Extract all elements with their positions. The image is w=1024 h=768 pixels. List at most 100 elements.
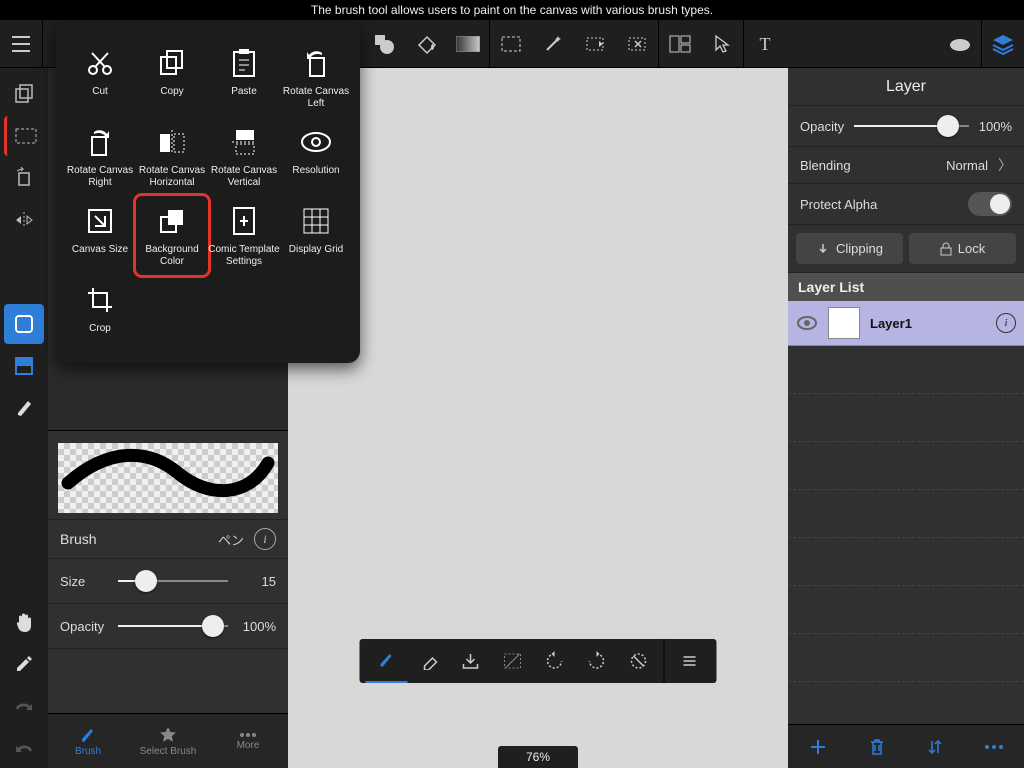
zoom-indicator[interactable]: 76% — [498, 746, 578, 768]
quick-save-button[interactable] — [450, 639, 492, 683]
brush-preview[interactable] — [58, 443, 278, 513]
layer-info-button[interactable]: i — [996, 313, 1016, 333]
rotate-icon — [13, 167, 35, 189]
menu-canvas-size[interactable]: Canvas Size — [64, 196, 136, 275]
gradient-tool-button[interactable] — [447, 20, 489, 68]
menu-rotate-right-label: Rotate Canvas Right — [64, 165, 136, 188]
layers-icon — [991, 33, 1015, 55]
layer-buttons-row: Clipping Lock — [788, 225, 1024, 273]
brush-small-icon — [378, 651, 396, 669]
flip-button[interactable] — [4, 200, 44, 240]
bucket-icon — [415, 33, 437, 55]
add-layer-button[interactable] — [808, 737, 828, 757]
hand-icon — [14, 611, 34, 633]
quick-reset-rotation-button[interactable] — [618, 639, 660, 683]
brush-size-label: Size — [60, 574, 108, 589]
magic-wand-button[interactable] — [532, 20, 574, 68]
menu-display-grid[interactable]: Display Grid — [280, 196, 352, 275]
protect-alpha-toggle[interactable] — [968, 192, 1012, 216]
canvas-quick-toolbar — [360, 639, 717, 683]
layer-more-button[interactable] — [984, 744, 1004, 750]
menu-resolution[interactable]: Resolution — [280, 117, 352, 196]
layers-button[interactable] — [982, 20, 1024, 68]
quick-selection-disabled-button[interactable] — [492, 639, 534, 683]
quick-eraser-button[interactable] — [408, 639, 450, 683]
hamburger-icon — [10, 33, 32, 55]
pointer-tool-button[interactable] — [701, 20, 743, 68]
marquee-icon — [501, 36, 521, 52]
brush-info-button[interactable]: i — [254, 528, 276, 550]
delete-layer-button[interactable] — [868, 737, 886, 757]
hamburger-menu-button[interactable] — [0, 20, 42, 68]
eraser-marquee-button[interactable] — [616, 20, 658, 68]
paste-icon — [231, 48, 257, 78]
shape-tool-button[interactable] — [363, 20, 405, 68]
visibility-icon[interactable] — [796, 315, 818, 331]
layer-bottom-bar — [788, 724, 1024, 768]
transform-button[interactable] — [574, 20, 616, 68]
pen-icon — [15, 398, 33, 418]
rotate-left-icon — [302, 48, 330, 78]
canvas-size-icon — [86, 207, 114, 235]
brush-mode-filled-button[interactable] — [4, 304, 44, 344]
menu-cut[interactable]: Cut — [64, 38, 136, 117]
more-dots-icon — [239, 732, 257, 738]
panel-tool-button[interactable] — [659, 20, 701, 68]
menu-comic-template[interactable]: Comic Template Settings — [208, 196, 280, 275]
pen-button[interactable] — [4, 388, 44, 428]
marquee-tool-button[interactable] — [490, 20, 532, 68]
selection-button[interactable] — [4, 116, 44, 156]
menu-rotate-vertical[interactable]: Rotate Canvas Vertical — [208, 117, 280, 196]
quick-rotate-ccw-button[interactable] — [534, 639, 576, 683]
flip-horizontal-icon — [13, 210, 35, 230]
text-tool-button[interactable]: T — [744, 20, 786, 68]
panel-icon — [669, 35, 691, 53]
undo-button[interactable] — [4, 728, 44, 768]
menu-copy[interactable]: Copy — [136, 38, 208, 117]
layer-panel: Layer Opacity 100% Blending Normal 〉 Pro… — [788, 68, 1024, 768]
menu-paste[interactable]: Paste — [208, 38, 280, 117]
flip-v-icon — [230, 127, 258, 157]
bucket-tool-button[interactable] — [405, 20, 447, 68]
menu-background-color[interactable]: Background Color — [136, 196, 208, 275]
duplicate-button[interactable] — [4, 74, 44, 114]
tab-brush[interactable]: Brush — [48, 714, 128, 768]
brush-opacity-value: 100% — [238, 619, 276, 634]
quick-more-button[interactable] — [669, 639, 711, 683]
menu-rotate-right[interactable]: Rotate Canvas Right — [64, 117, 136, 196]
menu-crop-label: Crop — [89, 323, 111, 335]
menu-rotate-horizontal[interactable]: Rotate Canvas Horizontal — [136, 117, 208, 196]
rotate-button[interactable] — [4, 158, 44, 198]
layer-opacity-slider[interactable] — [854, 114, 969, 138]
square-filled-icon — [14, 314, 34, 334]
undo-icon — [13, 740, 35, 756]
lock-label: Lock — [958, 241, 985, 256]
reference-button[interactable] — [939, 20, 981, 68]
brush-mode-outline-button[interactable] — [4, 346, 44, 386]
hand-tool-button[interactable] — [4, 602, 44, 642]
reorder-layer-button[interactable] — [926, 737, 944, 757]
canvas-surface[interactable] — [288, 68, 788, 728]
layer-slot — [788, 394, 1024, 442]
quick-brush-button[interactable] — [366, 639, 408, 683]
layer-slot — [788, 586, 1024, 634]
brush-size-slider[interactable] — [118, 569, 228, 593]
lock-button[interactable]: Lock — [909, 233, 1016, 264]
layer-row[interactable]: Layer1 i — [788, 301, 1024, 346]
quick-rotate-cw-button[interactable] — [576, 639, 618, 683]
menu-rotate-left[interactable]: Rotate Canvas Left — [280, 38, 352, 117]
redo-button[interactable] — [4, 686, 44, 726]
menu-paste-label: Paste — [231, 86, 257, 98]
separator — [42, 20, 43, 68]
menu-crop[interactable]: Crop — [64, 275, 136, 343]
tab-more[interactable]: More — [208, 714, 288, 768]
layer-opacity-label: Opacity — [800, 119, 844, 134]
tab-select-brush[interactable]: Select Brush — [128, 714, 208, 768]
brush-opacity-slider[interactable] — [118, 614, 228, 638]
clipping-button[interactable]: Clipping — [796, 233, 903, 264]
layer-blending-row[interactable]: Blending Normal 〉 — [788, 147, 1024, 184]
square-half-icon — [14, 356, 34, 376]
eyedropper-button[interactable] — [4, 644, 44, 684]
chevron-right-icon: 〉 — [998, 155, 1012, 175]
brush-stroke-preview-icon — [58, 443, 278, 503]
